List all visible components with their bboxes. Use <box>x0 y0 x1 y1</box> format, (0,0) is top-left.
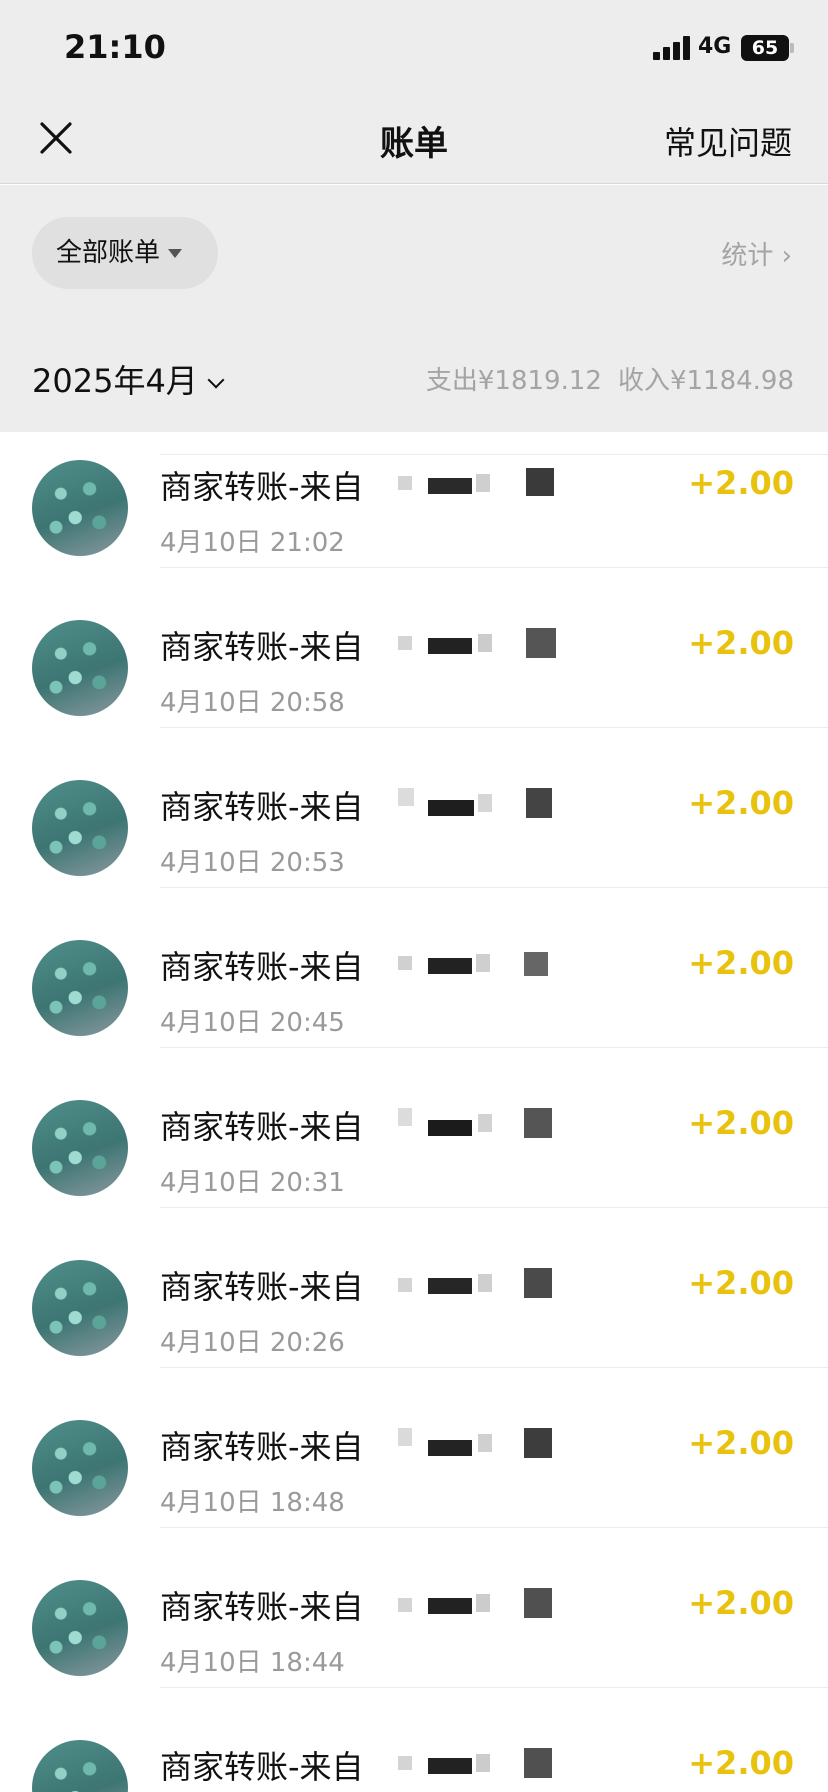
redacted-name <box>398 1428 560 1458</box>
transaction-time: 4月10日 18:44 <box>160 1648 345 1678</box>
transaction-time: 4月10日 20:53 <box>160 848 345 878</box>
all-bills-filter[interactable]: 全部账单 <box>32 217 218 289</box>
stats-link[interactable]: 统计 › <box>721 235 792 272</box>
avatar <box>32 780 128 876</box>
avatar <box>32 1100 128 1196</box>
faq-link[interactable]: 常见问题 <box>664 118 792 164</box>
status-time: 21:10 <box>64 28 166 66</box>
transaction-title: 商家转账-来自 <box>160 948 364 986</box>
month-label: 2025年4月 <box>32 362 198 400</box>
redacted-name <box>398 628 560 658</box>
chevron-down-icon <box>207 371 225 389</box>
transaction-time: 4月10日 20:58 <box>160 688 345 718</box>
transaction-row[interactable]: 商家转账-来自 4月10日 21:02 +2.00 <box>0 408 828 568</box>
nav-bar: 账单 常见问题 <box>0 92 828 184</box>
transaction-row[interactable]: 商家转账-来自 4月10日 20:53 +2.00 <box>0 728 828 888</box>
month-summary: 支出¥1819.12 收入¥1184.98 <box>426 360 794 397</box>
transaction-title: 商家转账-来自 <box>160 468 364 506</box>
avatar <box>32 1580 128 1676</box>
expense-total: 支出¥1819.12 <box>425 366 602 396</box>
caret-down-icon <box>168 249 183 258</box>
redacted-name <box>398 1108 560 1138</box>
avatar <box>32 620 128 716</box>
avatar <box>32 1260 128 1356</box>
transaction-title: 商家转账-来自 <box>160 1268 364 1306</box>
all-bills-label: 全部账单 <box>56 238 161 268</box>
redacted-name <box>398 788 560 818</box>
transaction-row[interactable]: 商家转账-来自 4月10日 18:44 +2.00 <box>0 1528 828 1688</box>
transaction-amount: +2.00 <box>688 1744 794 1782</box>
transaction-row[interactable]: 商家转账-来自 4月10日 20:58 +2.00 <box>0 568 828 728</box>
transaction-time: 4月10日 20:26 <box>160 1328 345 1358</box>
close-icon[interactable] <box>36 118 76 158</box>
transaction-title: 商家转账-来自 <box>160 1748 364 1786</box>
transaction-title: 商家转账-来自 <box>160 1108 364 1146</box>
redacted-name <box>398 1748 560 1778</box>
redacted-name <box>398 948 560 978</box>
transaction-row[interactable]: 商家转账-来自 4月10日 18:48 +2.00 <box>0 1368 828 1528</box>
network-type: 4G <box>698 34 732 59</box>
transaction-amount: +2.00 <box>688 1104 794 1142</box>
income-total: 收入¥1184.98 <box>617 366 794 396</box>
transaction-time: 4月10日 20:31 <box>160 1168 345 1198</box>
transaction-row[interactable]: 商家转账-来自 +2.00 <box>0 1688 828 1792</box>
transaction-title: 商家转账-来自 <box>160 788 364 826</box>
transaction-amount: +2.00 <box>688 1584 794 1622</box>
avatar <box>32 1420 128 1516</box>
avatar <box>32 940 128 1036</box>
status-bar: 21:10 4G 65 <box>0 0 828 92</box>
transaction-amount: +2.00 <box>688 1264 794 1302</box>
battery-icon: 65 <box>741 35 789 61</box>
transaction-amount: +2.00 <box>688 1424 794 1462</box>
transaction-time: 4月10日 20:45 <box>160 1008 345 1038</box>
transaction-time: 4月10日 21:02 <box>160 528 345 558</box>
avatar <box>32 1740 128 1792</box>
transaction-time: 4月10日 18:48 <box>160 1488 345 1518</box>
redacted-name <box>398 468 560 498</box>
signal-icon <box>653 36 691 60</box>
redacted-name <box>398 1588 560 1618</box>
transaction-title: 商家转账-来自 <box>160 1588 364 1626</box>
transaction-title: 商家转账-来自 <box>160 628 364 666</box>
battery-tip <box>790 43 794 53</box>
redacted-name <box>398 1268 560 1298</box>
transaction-amount: +2.00 <box>688 624 794 662</box>
month-selector[interactable]: 2025年4月 <box>32 356 225 402</box>
transaction-row[interactable]: 商家转账-来自 4月10日 20:31 +2.00 <box>0 1048 828 1208</box>
transaction-title: 商家转账-来自 <box>160 1428 364 1466</box>
transaction-amount: +2.00 <box>688 464 794 502</box>
transaction-row[interactable]: 商家转账-来自 4月10日 20:26 +2.00 <box>0 1208 828 1368</box>
transaction-amount: +2.00 <box>688 784 794 822</box>
transaction-row[interactable]: 商家转账-来自 4月10日 20:45 +2.00 <box>0 888 828 1048</box>
avatar <box>32 460 128 556</box>
filter-bar: 全部账单 统计 › <box>0 185 828 320</box>
transaction-amount: +2.00 <box>688 944 794 982</box>
